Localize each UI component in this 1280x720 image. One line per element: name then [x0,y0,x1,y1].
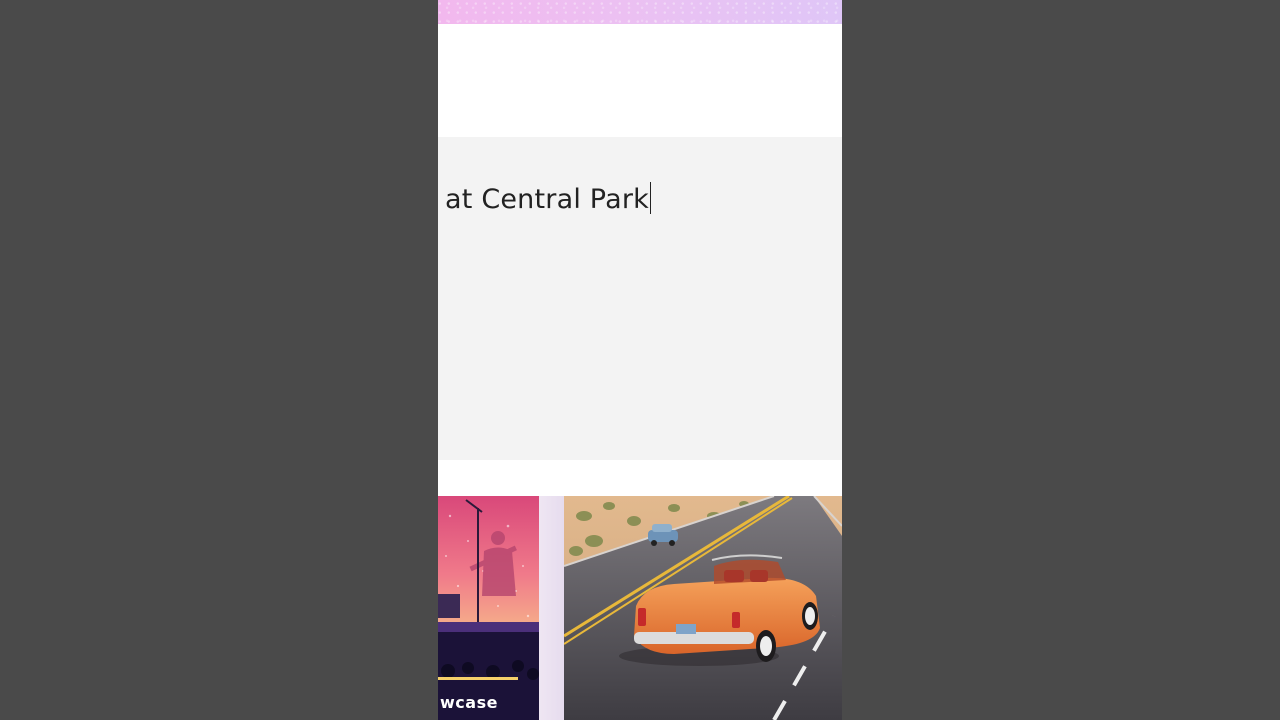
prompt-value: at Central Park [445,184,649,215]
gallery-card-concert[interactable]: wcase [438,496,539,720]
card-caption: wcase [440,693,498,712]
header-spacer [438,24,842,137]
car-image [564,496,842,720]
header-banner [438,0,842,24]
concert-image [438,496,539,720]
caption-accent [438,677,518,680]
image-gallery: wcase [438,496,842,720]
gallery-card-car[interactable] [564,496,842,720]
prompt-input[interactable]: at Central Park [438,137,842,460]
mobile-viewport: at Central Park wcase [438,0,842,720]
text-caret [649,182,652,214]
prompt-text: at Central Park [445,182,652,215]
gallery-gap [539,496,564,720]
